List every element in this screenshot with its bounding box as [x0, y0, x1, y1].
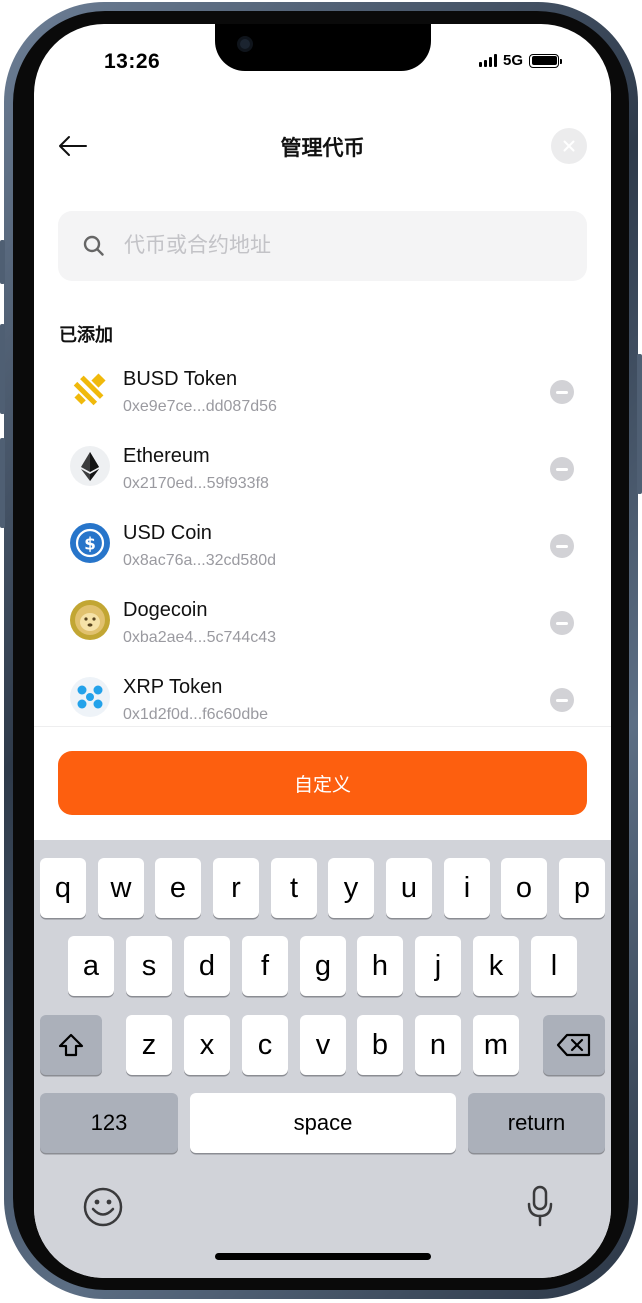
list-divider	[34, 726, 611, 727]
space-key[interactable]: space	[190, 1093, 456, 1153]
ethereum-icon	[70, 446, 110, 486]
minus-icon	[556, 698, 568, 702]
key-x[interactable]: x	[184, 1015, 230, 1075]
side-button-volume-down	[0, 438, 5, 528]
key-p[interactable]: p	[559, 858, 605, 918]
token-name: BUSD Token	[123, 368, 238, 390]
microphone-button[interactable]	[524, 1184, 556, 1228]
busd-icon	[70, 369, 110, 409]
minus-icon	[556, 467, 568, 471]
shift-icon	[58, 1033, 84, 1057]
token-name: USD Coin	[123, 522, 212, 544]
key-t[interactable]: t	[271, 858, 317, 918]
close-button[interactable]	[551, 128, 587, 164]
token-name: Dogecoin	[123, 599, 208, 621]
added-section-title: 已添加	[59, 325, 113, 345]
numbers-key[interactable]: 123	[40, 1093, 178, 1153]
key-r[interactable]: r	[213, 858, 259, 918]
notch	[215, 24, 431, 71]
return-key[interactable]: return	[468, 1093, 605, 1153]
status-time: 13:26	[104, 50, 161, 73]
network-type: 5G	[502, 52, 523, 69]
key-n[interactable]: n	[415, 1015, 461, 1075]
key-s[interactable]: s	[126, 936, 172, 996]
key-y[interactable]: y	[328, 858, 374, 918]
minus-icon	[556, 621, 568, 625]
svg-text:$: $	[84, 535, 96, 555]
token-row[interactable]: BUSD Token 0xe9e7ce...dd087d56	[34, 360, 611, 437]
search-input[interactable]	[124, 211, 564, 281]
token-address: 0xe9e7ce...dd087d56	[123, 398, 277, 415]
key-c[interactable]: c	[242, 1015, 288, 1075]
microphone-icon	[527, 1185, 553, 1227]
key-h[interactable]: h	[357, 936, 403, 996]
token-row[interactable]: $ USD Coin 0x8ac76a...32cd580d	[34, 514, 611, 591]
backspace-key[interactable]	[543, 1015, 605, 1075]
key-i[interactable]: i	[444, 858, 490, 918]
remove-token-button[interactable]	[550, 688, 574, 712]
home-indicator[interactable]	[215, 1253, 431, 1260]
remove-token-button[interactable]	[550, 380, 574, 404]
token-address: 0x1d2f0d...f6c60dbe	[123, 706, 269, 723]
token-name: Ethereum	[123, 445, 210, 467]
battery-icon	[529, 53, 562, 68]
header: 管理代币	[34, 124, 611, 170]
side-button-power	[637, 354, 642, 494]
emoji-button[interactable]	[82, 1186, 124, 1228]
key-q[interactable]: q	[40, 858, 86, 918]
search-bar[interactable]	[58, 211, 587, 281]
token-name: XRP Token	[123, 676, 223, 698]
key-e[interactable]: e	[155, 858, 201, 918]
key-j[interactable]: j	[415, 936, 461, 996]
remove-token-button[interactable]	[550, 611, 574, 635]
search-icon	[83, 235, 104, 256]
usdc-icon: $	[70, 523, 110, 563]
status-indicators: 5G	[478, 52, 562, 69]
key-m[interactable]: m	[473, 1015, 519, 1075]
key-g[interactable]: g	[300, 936, 346, 996]
dogecoin-icon	[70, 600, 110, 640]
token-list: BUSD Token 0xe9e7ce...dd087d56 Ethereum …	[34, 360, 611, 726]
shift-key[interactable]	[40, 1015, 102, 1075]
key-o[interactable]: o	[501, 858, 547, 918]
key-k[interactable]: k	[473, 936, 519, 996]
signal-icon	[478, 54, 497, 67]
key-v[interactable]: v	[300, 1015, 346, 1075]
minus-icon	[556, 390, 568, 394]
token-row[interactable]: Dogecoin 0xba2ae4...5c744c43	[34, 591, 611, 668]
backspace-icon	[556, 1033, 591, 1057]
token-row[interactable]: XRP Token 0x1d2f0d...f6c60dbe	[34, 668, 611, 726]
xrp-icon	[70, 677, 110, 717]
key-a[interactable]: a	[68, 936, 114, 996]
token-address: 0x8ac76a...32cd580d	[123, 552, 277, 569]
key-w[interactable]: w	[98, 858, 144, 918]
minus-icon	[556, 544, 568, 548]
emoji-icon	[83, 1187, 123, 1227]
key-z[interactable]: z	[126, 1015, 172, 1075]
screen: 13:26 5G 管理代币 已添加	[34, 24, 611, 1278]
close-icon	[563, 140, 575, 152]
page-title: 管理代币	[280, 137, 365, 160]
key-d[interactable]: d	[184, 936, 230, 996]
key-b[interactable]: b	[357, 1015, 403, 1075]
key-l[interactable]: l	[531, 936, 577, 996]
remove-token-button[interactable]	[550, 534, 574, 558]
key-u[interactable]: u	[386, 858, 432, 918]
token-address: 0x2170ed...59f933f8	[123, 475, 269, 492]
remove-token-button[interactable]	[550, 457, 574, 481]
custom-token-button[interactable]: 自定义	[58, 751, 587, 815]
side-button-silent	[0, 240, 5, 284]
token-address: 0xba2ae4...5c744c43	[123, 629, 277, 646]
key-f[interactable]: f	[242, 936, 288, 996]
token-row[interactable]: Ethereum 0x2170ed...59f933f8	[34, 437, 611, 514]
side-button-volume-up	[0, 324, 5, 414]
camera-icon	[237, 36, 253, 52]
